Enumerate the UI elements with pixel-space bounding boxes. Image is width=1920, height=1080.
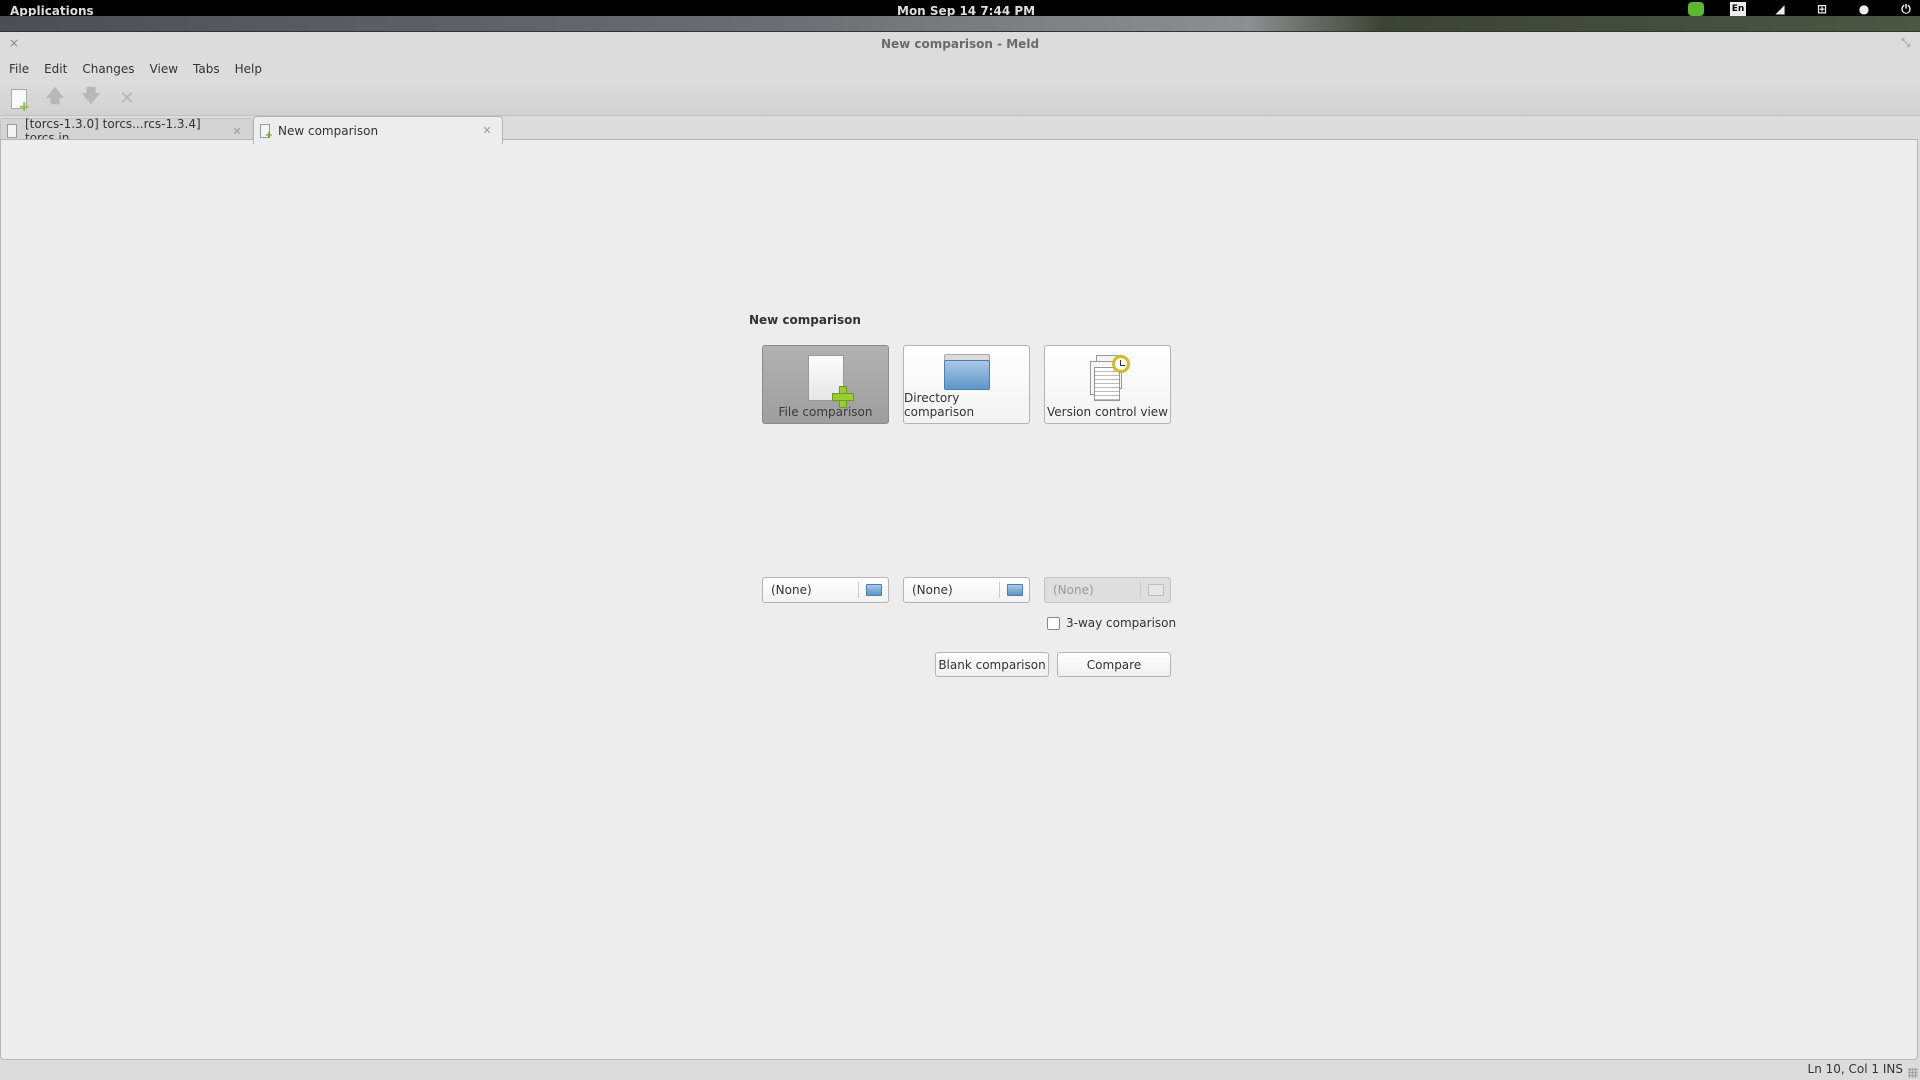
- file-chooser-1[interactable]: (None): [762, 577, 889, 603]
- tab-new-comparison[interactable]: + New comparison ✕: [253, 116, 503, 144]
- stop-icon: ✕: [119, 88, 135, 109]
- menu-edit[interactable]: Edit: [44, 62, 67, 76]
- toolbar: + 🡅 🡇 ✕: [0, 82, 1920, 116]
- tab-close-icon[interactable]: ✕: [480, 124, 494, 137]
- stop-button[interactable]: ✕: [118, 88, 136, 110]
- new-document-icon: +: [11, 88, 30, 114]
- panel-heading: New comparison: [749, 313, 861, 327]
- arrow-up-icon: 🡅: [45, 85, 65, 107]
- menu-tabs[interactable]: Tabs: [193, 62, 220, 76]
- menu-bar: File Edit Changes View Tabs Help: [0, 56, 1920, 82]
- new-comparison-page: New comparison File comparison Directory…: [0, 139, 1918, 1060]
- status-bar: Ln 10, Col 1 INS: [0, 1060, 1920, 1080]
- window-restore-button[interactable]: ⤡: [1901, 36, 1910, 50]
- desktop-wallpaper: [0, 16, 1920, 31]
- menu-changes[interactable]: Changes: [82, 62, 134, 76]
- new-comparison-button[interactable]: +: [10, 88, 30, 114]
- keyboard-layout-icon[interactable]: En: [1730, 2, 1746, 16]
- chooser-value: (None): [771, 583, 812, 597]
- file-chooser-3[interactable]: (None): [1044, 577, 1171, 603]
- folder-icon: [1007, 584, 1023, 596]
- version-control-icon: [1086, 354, 1130, 401]
- menu-file[interactable]: File: [9, 62, 29, 76]
- window-title: New comparison - Meld: [880, 37, 1040, 51]
- text-file-icon: [7, 124, 17, 138]
- button-label: File comparison: [778, 405, 873, 419]
- version-control-view-button[interactable]: Version control view: [1044, 345, 1171, 424]
- next-change-button[interactable]: 🡇: [82, 86, 101, 110]
- button-label: Version control view: [1047, 405, 1168, 419]
- file-chooser-2[interactable]: (None): [903, 577, 1030, 603]
- top-panel: Applications Mon Sep 14 7:44 PM En ◢ ⊞ ●…: [0, 0, 1920, 18]
- resize-grip[interactable]: [1908, 1068, 1918, 1078]
- button-label: Directory comparison: [904, 391, 975, 419]
- title-bar: × New comparison - Meld ⤡: [0, 32, 1920, 56]
- tab-close-icon[interactable]: ✕: [230, 125, 244, 138]
- menu-view[interactable]: View: [150, 62, 178, 76]
- chat-status-icon[interactable]: [1688, 2, 1704, 16]
- previous-change-button[interactable]: 🡅: [46, 86, 65, 110]
- file-comparison-icon: [807, 354, 854, 408]
- directory-comparison-button[interactable]: Directory comparison: [903, 345, 1030, 424]
- arrow-down-icon: 🡇: [81, 85, 101, 107]
- blank-comparison-button[interactable]: Blank comparison: [935, 652, 1049, 677]
- power-icon[interactable]: ⏻: [1898, 2, 1914, 16]
- notifications-icon[interactable]: ●: [1856, 2, 1872, 16]
- file-comparison-button[interactable]: File comparison: [762, 345, 889, 424]
- chooser-value: (None): [1053, 583, 1094, 597]
- folder-icon: [1148, 584, 1164, 596]
- three-way-comparison-toggle[interactable]: 3-way comparison: [1047, 616, 1176, 630]
- network-icon[interactable]: ⊞: [1814, 2, 1830, 16]
- chooser-value: (None): [912, 583, 953, 597]
- menu-help[interactable]: Help: [235, 62, 262, 76]
- new-document-icon: +: [260, 123, 273, 140]
- compare-button[interactable]: Compare: [1057, 652, 1171, 677]
- system-tray: En ◢ ⊞ ● ⏻: [1688, 2, 1914, 16]
- new-comparison-panel: New comparison File comparison Directory…: [749, 313, 1179, 677]
- three-way-checkbox[interactable]: [1047, 616, 1060, 630]
- checkbox-label: 3-way comparison: [1066, 616, 1177, 630]
- volume-icon[interactable]: ◢: [1772, 2, 1788, 16]
- folder-icon: [866, 584, 882, 596]
- cursor-position: Ln 10, Col 1 INS: [1807, 1062, 1903, 1076]
- folder-icon: [943, 353, 990, 390]
- tab-label: New comparison: [278, 123, 379, 138]
